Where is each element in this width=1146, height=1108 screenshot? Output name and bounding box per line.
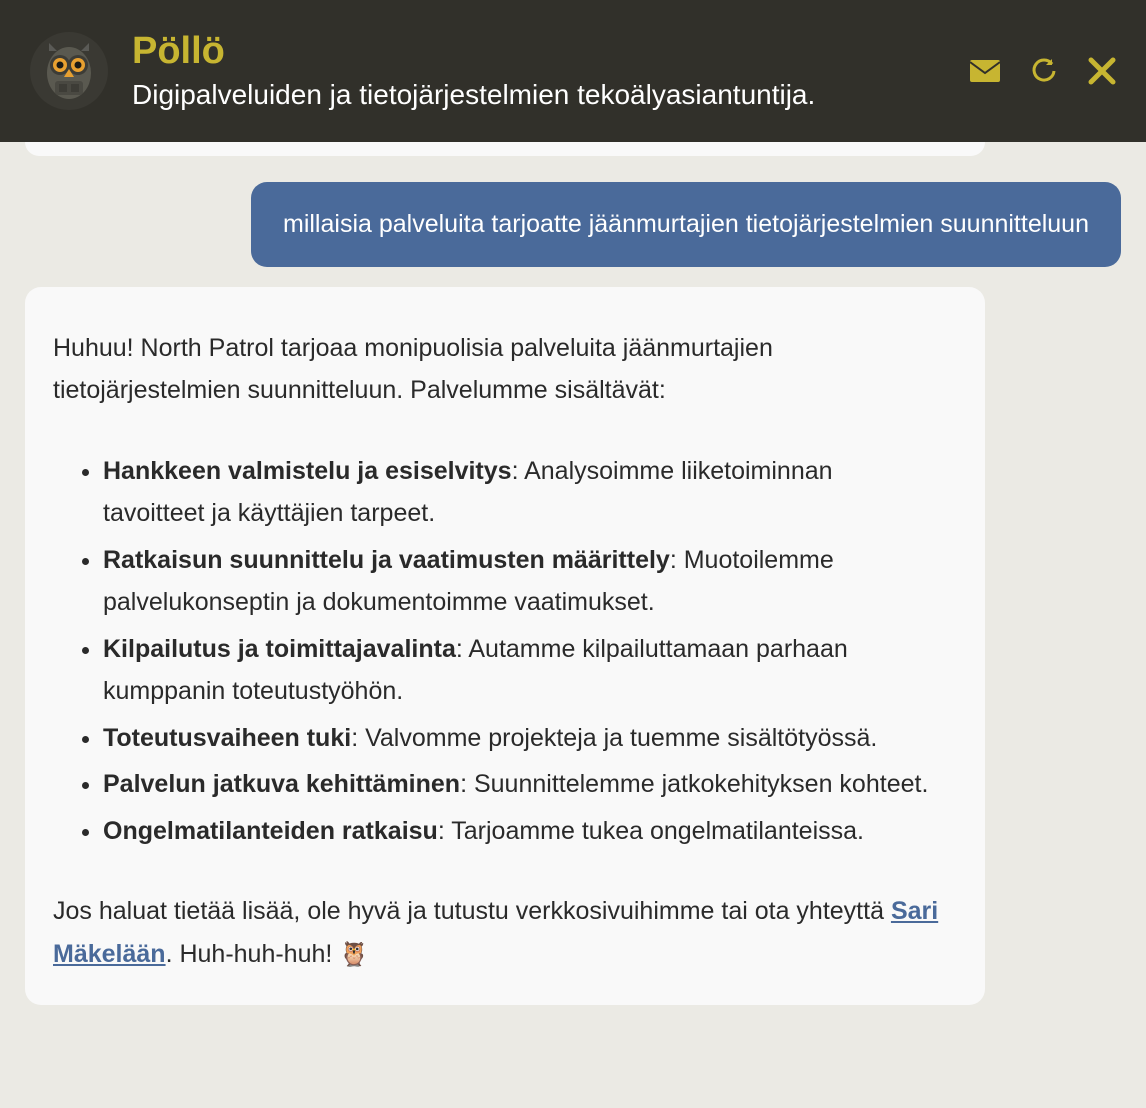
user-message-bubble: millaisia palveluita tarjoatte jäänmurta… bbox=[251, 182, 1121, 267]
close-icon[interactable] bbox=[1088, 57, 1116, 85]
user-message-text: millaisia palveluita tarjoatte jäänmurta… bbox=[283, 210, 1089, 238]
assistant-message-bubble: Huhuu! North Patrol tarjoaa monipuolisia… bbox=[25, 287, 985, 1006]
chat-area: millaisia palveluita tarjoatte jäänmurta… bbox=[0, 142, 1146, 1005]
owl-avatar-icon bbox=[37, 39, 101, 103]
assistant-bullet-list: Hankkeen valmistelu ja esiselvitys: Anal… bbox=[103, 450, 957, 853]
list-item: Ongelmatilanteiden ratkaisu: Tarjoamme t… bbox=[103, 810, 957, 853]
list-item: Palvelun jatkuva kehittäminen: Suunnitte… bbox=[103, 763, 957, 806]
list-item: Kilpailutus ja toimittajavalinta: Autamm… bbox=[103, 628, 957, 713]
header-actions bbox=[970, 57, 1116, 85]
previous-message-tail bbox=[25, 142, 985, 156]
list-item: Ratkaisun suunnittelu ja vaatimusten mää… bbox=[103, 539, 957, 624]
list-item-rest: : Suunnittelemme jatkokehityksen kohteet… bbox=[460, 770, 928, 798]
list-item-bold: Hankkeen valmistelu ja esiselvitys bbox=[103, 457, 512, 485]
header-text: Pöllö Digipalveluiden ja tietojärjestelm… bbox=[132, 31, 970, 111]
list-item-bold: Kilpailutus ja toimittajavalinta bbox=[103, 635, 456, 663]
chat-header: Pöllö Digipalveluiden ja tietojärjestelm… bbox=[0, 0, 1146, 142]
outro-after-link: . Huh-huh-huh! bbox=[166, 940, 340, 968]
list-item-rest: : Valvomme projekteja ja tuemme sisältöt… bbox=[351, 724, 877, 752]
refresh-icon[interactable] bbox=[1030, 57, 1058, 85]
user-message-row: millaisia palveluita tarjoatte jäänmurta… bbox=[25, 182, 1121, 267]
list-item-bold: Ratkaisun suunnittelu ja vaatimusten mää… bbox=[103, 546, 670, 574]
outro-before-link: Jos haluat tietää lisää, ole hyvä ja tut… bbox=[53, 897, 891, 925]
app-subtitle: Digipalveluiden ja tietojärjestelmien te… bbox=[132, 79, 970, 111]
list-item-rest: : Tarjoamme tukea ongelmatilanteissa. bbox=[438, 817, 864, 845]
avatar bbox=[30, 32, 108, 110]
list-item-bold: Toteutusvaiheen tuki bbox=[103, 724, 351, 752]
list-item-bold: Palvelun jatkuva kehittäminen bbox=[103, 770, 460, 798]
app-title: Pöllö bbox=[132, 31, 970, 73]
list-item: Toteutusvaiheen tuki: Valvomme projektej… bbox=[103, 717, 957, 760]
owl-emoji-icon: 🦉 bbox=[339, 941, 369, 968]
assistant-outro: Jos haluat tietää lisää, ole hyvä ja tut… bbox=[53, 890, 957, 975]
mail-icon[interactable] bbox=[970, 60, 1000, 82]
list-item-bold: Ongelmatilanteiden ratkaisu bbox=[103, 817, 438, 845]
list-item: Hankkeen valmistelu ja esiselvitys: Anal… bbox=[103, 450, 957, 535]
assistant-intro: Huhuu! North Patrol tarjoaa monipuolisia… bbox=[53, 327, 957, 412]
